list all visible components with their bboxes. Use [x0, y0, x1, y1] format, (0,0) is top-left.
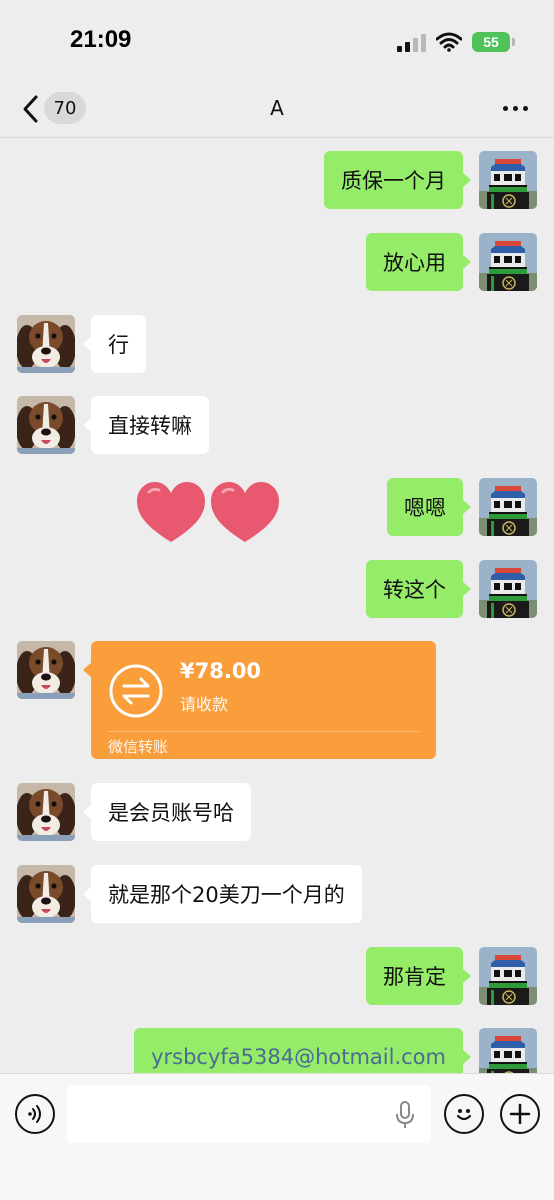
my-avatar[interactable]: [479, 151, 537, 209]
my-avatar[interactable]: [479, 233, 537, 291]
contact-avatar[interactable]: [17, 315, 75, 373]
message-list[interactable]: 质保一个月 放心用 行 直接转嘛 嗯嗯 转这个 ¥78.00 请收款 微信转账 …: [0, 138, 554, 1073]
message-bubble-other[interactable]: 就是那个20美刀一个月的: [83, 865, 362, 923]
my-avatar[interactable]: [479, 1028, 537, 1073]
message-row: 放心用: [0, 233, 554, 291]
message-row: 嗯嗯: [0, 478, 554, 536]
message-row: 那肯定: [0, 947, 554, 1005]
wechat-transfer-card[interactable]: ¥78.00 请收款 微信转账: [83, 641, 436, 759]
message-bubble-me[interactable]: 嗯嗯: [387, 478, 471, 536]
my-avatar[interactable]: [479, 478, 537, 536]
contact-avatar[interactable]: [17, 396, 75, 454]
message-row: ¥78.00 请收款 微信转账: [0, 641, 554, 759]
contact-avatar[interactable]: [17, 865, 75, 923]
message-bubble-me[interactable]: 放心用: [366, 233, 471, 291]
plus-icon: [509, 1103, 531, 1125]
status-time: 21:09: [70, 26, 132, 53]
message-row: 就是那个20美刀一个月的: [0, 865, 554, 923]
message-bubble-me-email[interactable]: yrsbcyfa5384@hotmail.com: [134, 1028, 471, 1073]
chat-title: A: [270, 96, 284, 120]
chat-header: 70 A: [0, 82, 554, 138]
message-row: 转这个: [0, 560, 554, 618]
wifi-icon: [436, 32, 462, 52]
my-avatar[interactable]: [479, 560, 537, 618]
message-bubble-me[interactable]: 质保一个月: [324, 151, 471, 209]
emoji-button[interactable]: [444, 1094, 484, 1134]
message-row: 直接转嘛: [0, 396, 554, 454]
message-row: 质保一个月: [0, 151, 554, 209]
voice-wave-icon: [28, 1105, 41, 1123]
message-row: yrsbcyfa5384@hotmail.com: [0, 1028, 554, 1073]
more-options-icon[interactable]: [503, 106, 528, 111]
input-bar: [0, 1073, 554, 1200]
status-bar: 21:09 55: [0, 0, 554, 82]
cellular-signal-icon: [397, 32, 426, 52]
my-avatar[interactable]: [479, 947, 537, 1005]
message-bubble-other[interactable]: 直接转嘛: [83, 396, 209, 454]
transfer-amount: ¥78.00: [180, 659, 262, 683]
battery-icon: 55: [472, 32, 515, 52]
message-bubble-other[interactable]: 是会员账号哈: [83, 783, 251, 841]
voice-mode-button[interactable]: [15, 1094, 55, 1134]
message-row: 是会员账号哈: [0, 783, 554, 841]
contact-avatar[interactable]: [17, 641, 75, 699]
transfer-arrows-icon: [109, 664, 163, 718]
smiley-icon: [456, 1109, 472, 1121]
message-input[interactable]: [67, 1085, 431, 1143]
message-row: 行: [0, 315, 554, 373]
battery-level: 55: [483, 34, 499, 50]
contact-avatar[interactable]: [17, 783, 75, 841]
divider: [108, 731, 419, 732]
more-functions-button[interactable]: [500, 1094, 540, 1134]
message-bubble-other[interactable]: 行: [83, 315, 146, 373]
transfer-footer-label: 微信转账: [108, 738, 169, 756]
transfer-status: 请收款: [180, 695, 229, 714]
microphone-icon[interactable]: [394, 1100, 416, 1130]
message-bubble-me[interactable]: 转这个: [366, 560, 471, 618]
status-icons: 55: [397, 30, 515, 54]
message-bubble-me[interactable]: 那肯定: [366, 947, 471, 1005]
